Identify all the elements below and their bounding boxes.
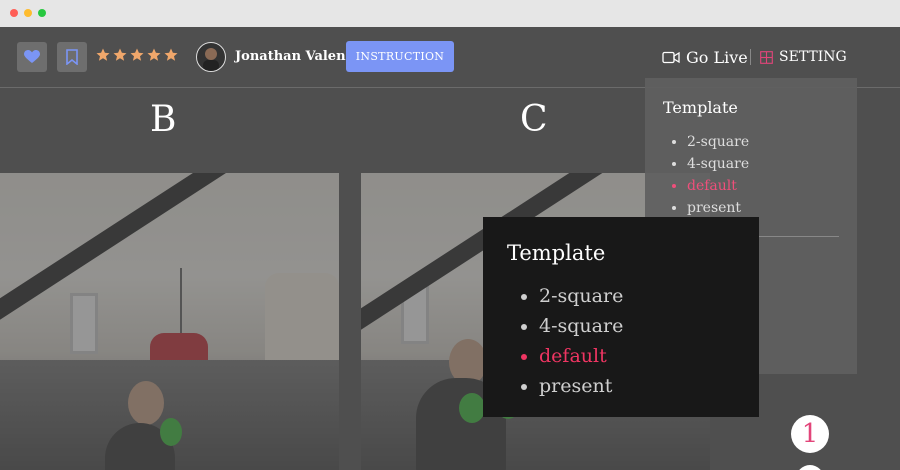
- bookmark-button[interactable]: [57, 42, 87, 72]
- template-option[interactable]: 4-square: [687, 153, 839, 175]
- favorite-button[interactable]: [17, 42, 47, 72]
- grid-icon: [760, 50, 773, 64]
- popover-template-option[interactable]: default: [539, 341, 735, 371]
- popover-template-option[interactable]: 2-square: [539, 281, 735, 311]
- avatar[interactable]: [196, 42, 226, 72]
- setting-button[interactable]: SETTING: [760, 46, 847, 68]
- template-options-list: 2-square4-squaredefaultpresent: [663, 131, 839, 219]
- go-live-button[interactable]: Go Live: [662, 46, 748, 68]
- video-stage: Jonathan Valencia INSTRUCTION Go Live SE…: [0, 27, 900, 470]
- popover-title: Template: [507, 241, 606, 265]
- page-number-badge[interactable]: 1: [791, 415, 829, 453]
- video-camera-icon: [662, 51, 680, 63]
- setting-label: SETTING: [779, 49, 847, 65]
- rating-stars[interactable]: [96, 48, 178, 64]
- settings-panel-title: Template: [663, 98, 738, 117]
- template-option[interactable]: 2-square: [687, 131, 839, 153]
- star-icon[interactable]: [96, 48, 110, 62]
- instruction-button[interactable]: INSTRUCTION: [346, 41, 454, 72]
- maximize-window-button[interactable]: [38, 9, 46, 17]
- avatar-image: [203, 48, 219, 71]
- minimize-window-button[interactable]: [24, 9, 32, 17]
- template-popover: Template 2-square4-squaredefaultpresent: [483, 217, 759, 417]
- popover-template-option[interactable]: 4-square: [539, 311, 735, 341]
- popover-options-list: 2-square4-squaredefaultpresent: [507, 281, 735, 401]
- star-icon[interactable]: [130, 48, 144, 62]
- star-icon[interactable]: [147, 48, 161, 62]
- toolbar-divider: [750, 49, 751, 65]
- template-option[interactable]: default: [687, 175, 839, 197]
- column-label-b: B: [150, 99, 177, 140]
- browser-chrome: [0, 0, 900, 28]
- close-window-button[interactable]: [10, 9, 18, 17]
- star-icon[interactable]: [113, 48, 127, 62]
- popover-template-option[interactable]: present: [539, 371, 735, 401]
- heart-icon: [24, 50, 40, 63]
- template-option[interactable]: present: [687, 197, 839, 219]
- column-label-c: C: [520, 99, 548, 140]
- star-icon[interactable]: [164, 48, 178, 62]
- go-live-label: Go Live: [686, 47, 748, 67]
- bookmark-icon: [66, 49, 78, 65]
